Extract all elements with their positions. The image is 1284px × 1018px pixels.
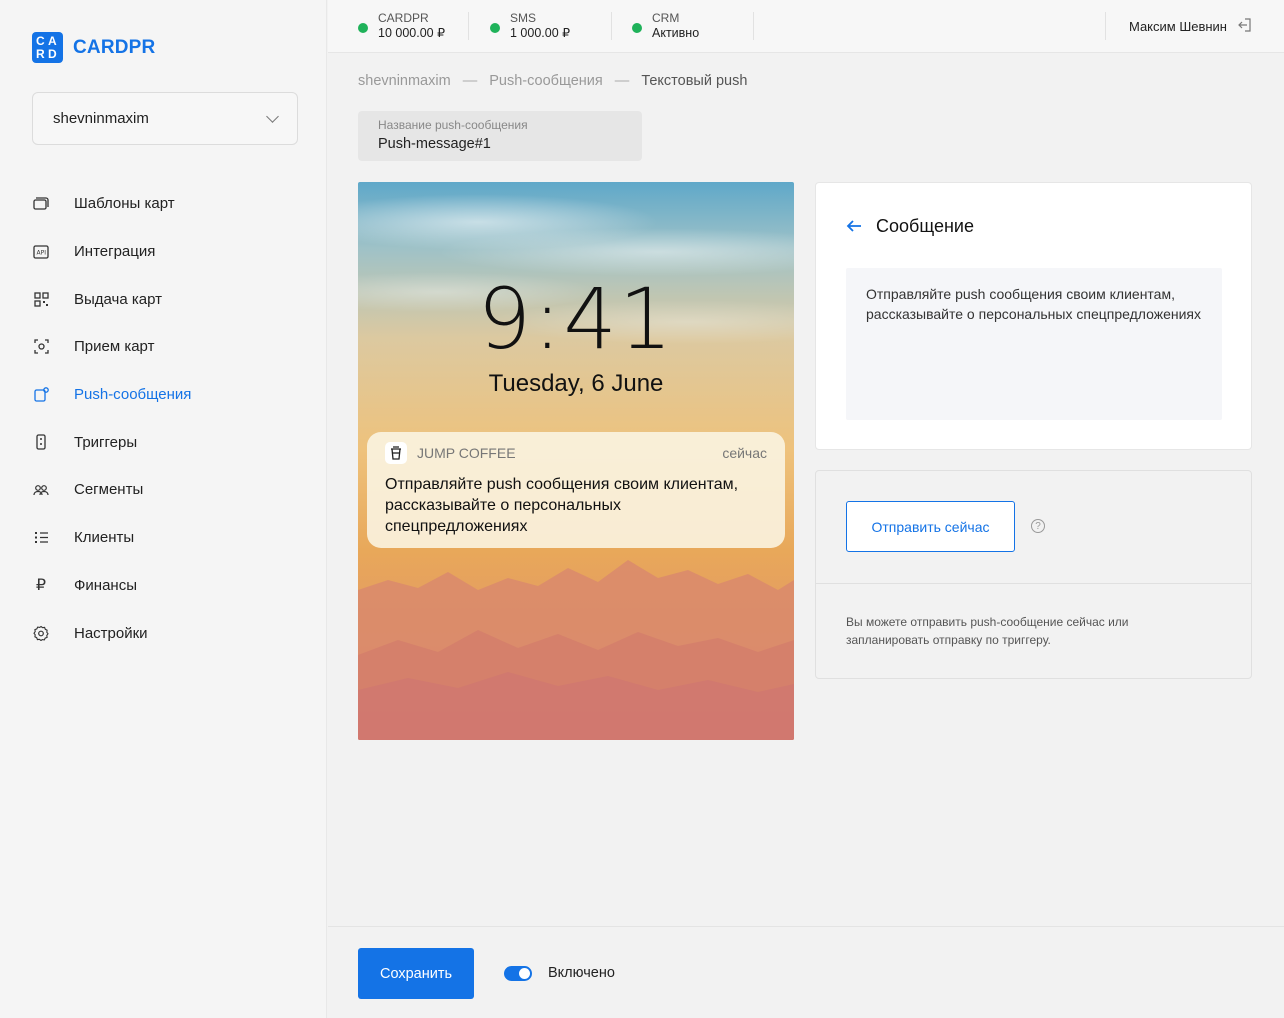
sidebar-item-segments[interactable]: Сегменты xyxy=(32,466,298,514)
crm-status: CRM Активно xyxy=(632,11,699,41)
sidebar-item-label: Интеграция xyxy=(74,243,156,261)
status-dot xyxy=(490,23,500,33)
push-icon xyxy=(32,386,50,404)
logo-mark-icon: C A R D xyxy=(32,32,63,63)
breadcrumb-current: Текстовый push xyxy=(641,73,748,89)
message-textarea[interactable]: Отправляйте push сообщения своим клиента… xyxy=(846,268,1222,420)
logout-icon[interactable] xyxy=(1237,18,1252,35)
clients-list-icon xyxy=(32,529,50,547)
stat-label: CRM xyxy=(652,11,680,25)
balance-cardpr: CARDPR 10 000.00 ₽ xyxy=(358,11,445,41)
chevron-down-icon xyxy=(266,109,279,123)
divider xyxy=(468,12,469,40)
sidebar-item-push-messages[interactable]: Push-сообщения xyxy=(32,371,298,419)
sidebar-item-label: Прием карт xyxy=(74,338,155,356)
breadcrumb-item-account[interactable]: shevninmaxim xyxy=(358,73,451,89)
mountains-illustration xyxy=(358,560,794,740)
send-card: Отправить сейчас ? Вы можете отправить p… xyxy=(815,470,1252,679)
sidebar-item-card-issue[interactable]: Выдача карт xyxy=(32,275,298,323)
footer: Сохранить Включено xyxy=(328,926,1284,1018)
send-note: Вы можете отправить push-сообщение сейча… xyxy=(846,615,1129,647)
push-notification-preview: JUMP COFFEE сейчас Отправляйте push сооб… xyxy=(367,432,785,548)
coffee-cup-icon xyxy=(385,442,407,464)
sidebar-item-settings[interactable]: Настройки xyxy=(32,609,298,657)
breadcrumb: shevninmaxim — Push-сообщения — Текстовы… xyxy=(358,73,747,89)
push-name-input[interactable]: Push-message#1 xyxy=(378,136,622,152)
sidebar-item-label: Push-сообщения xyxy=(74,386,192,404)
help-icon[interactable]: ? xyxy=(1031,519,1045,533)
message-card: Сообщение Отправляйте push сообщения сво… xyxy=(815,182,1252,450)
message-card-title: Сообщение xyxy=(876,215,974,236)
status-dot xyxy=(632,23,642,33)
notification-time: сейчас xyxy=(722,445,767,461)
push-name-label: Название push-сообщения xyxy=(378,118,528,132)
balance-sms: SMS 1 000.00 ₽ xyxy=(490,11,570,41)
sidebar-item-card-templates[interactable]: Шаблоны карт xyxy=(32,180,298,228)
status-dot xyxy=(358,23,368,33)
sidebar-nav: Шаблоны карт API Интеграция Выдача карт … xyxy=(32,180,298,657)
api-icon: API xyxy=(32,243,50,261)
sidebar-item-label: Финансы xyxy=(74,576,137,594)
push-name-field[interactable]: Название push-сообщения Push-message#1 xyxy=(358,111,642,161)
sidebar-item-integration[interactable]: API Интеграция xyxy=(32,228,298,276)
user-name: Максим Шевнин xyxy=(1128,19,1227,34)
account-select[interactable]: shevninmaxim xyxy=(32,92,298,145)
sidebar-item-card-accept[interactable]: Прием карт xyxy=(32,323,298,371)
send-now-button[interactable]: Отправить сейчас xyxy=(846,501,1015,552)
segments-icon xyxy=(32,481,50,499)
sidebar-item-label: Клиенты xyxy=(74,529,135,547)
sidebar: C A R D CARDPR shevninmaxim Шаблоны карт… xyxy=(0,0,327,1018)
sidebar-item-label: Триггеры xyxy=(74,433,138,451)
account-select-value: shevninmaxim xyxy=(53,110,149,127)
qr-code-icon xyxy=(32,290,50,308)
trigger-icon xyxy=(32,433,50,451)
lockscreen-preview: 9:41 Tuesday, 6 June JUMP COFFEE сейчас … xyxy=(358,182,794,740)
lockscreen-time: 9:41 xyxy=(477,270,675,368)
save-button[interactable]: Сохранить xyxy=(358,948,474,999)
sidebar-item-label: Сегменты xyxy=(74,481,144,499)
lockscreen-date: Tuesday, 6 June xyxy=(488,370,664,397)
stat-label: SMS xyxy=(510,11,537,25)
notification-text: Отправляйте push сообщения своим клиента… xyxy=(385,476,739,535)
divider xyxy=(1105,12,1106,40)
back-arrow-icon[interactable] xyxy=(846,215,862,237)
divider xyxy=(753,12,754,40)
divider xyxy=(611,12,612,40)
sidebar-item-finance[interactable]: ₽ Финансы xyxy=(32,562,298,610)
stat-value: Активно xyxy=(652,26,700,40)
enabled-toggle[interactable] xyxy=(504,966,532,981)
sidebar-item-label: Шаблоны карт xyxy=(74,195,175,213)
breadcrumb-separator: — xyxy=(462,73,478,89)
topbar: CARDPR 10 000.00 ₽ SMS 1 000.00 ₽ CRM Ак… xyxy=(328,0,1284,53)
sidebar-item-label: Выдача карт xyxy=(74,290,162,308)
stat-label: CARDPR xyxy=(378,11,429,25)
toggle-knob xyxy=(519,968,530,979)
notification-app-name: JUMP COFFEE xyxy=(417,445,516,461)
stat-value: 10 000.00 ₽ xyxy=(378,26,446,40)
breadcrumb-separator: — xyxy=(614,73,630,89)
user-menu[interactable]: Максим Шевнин xyxy=(1129,18,1252,35)
divider xyxy=(816,583,1251,584)
svg-text:API: API xyxy=(37,249,47,256)
stat-value: 1 000.00 ₽ xyxy=(510,26,571,40)
ruble-icon: ₽ xyxy=(35,577,47,595)
brand-name: CARDPR xyxy=(73,36,156,58)
scan-icon xyxy=(32,338,50,356)
card-template-icon xyxy=(32,195,50,213)
breadcrumb-item-push[interactable]: Push-сообщения xyxy=(489,73,603,89)
sidebar-item-triggers[interactable]: Триггеры xyxy=(32,418,298,466)
sidebar-item-label: Настройки xyxy=(74,624,148,642)
logo[interactable]: C A R D CARDPR xyxy=(32,32,155,63)
settings-gear-icon xyxy=(32,624,50,642)
sidebar-item-clients[interactable]: Клиенты xyxy=(32,514,298,562)
enabled-toggle-label: Включено xyxy=(548,965,615,981)
